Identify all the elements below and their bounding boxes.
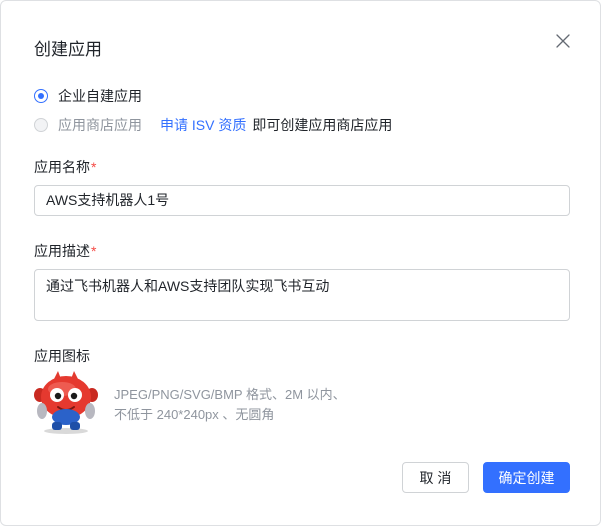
app-desc-label: 应用描述* [34,241,96,261]
icon-hint-line1: JPEG/PNG/SVG/BMP 格式、2M 以内、 [114,387,346,402]
radio-label-enterprise-app: 企业自建应用 [58,88,142,104]
radio-checked-icon[interactable] [34,89,48,103]
app-name-label-text: 应用名称 [34,159,90,175]
dialog-title: 创建应用 [34,40,102,59]
app-name-label: 应用名称* [34,157,96,177]
app-icon-label: 应用图标 [34,348,90,364]
radio-option-enterprise-app[interactable]: 企业自建应用 [34,86,142,106]
apply-isv-link[interactable]: 申请 ISV 资质 [160,115,246,135]
radio-option-store-app: 应用商店应用 申请 ISV 资质 即可创建应用商店应用 [34,115,392,135]
isv-suffix-text: 即可创建应用商店应用 [252,117,393,133]
create-app-dialog: 创建应用 企业自建应用 应用商店应用 申请 ISV 资质 即可创建应用商店应用 … [0,0,601,526]
app-desc-textarea[interactable]: 通过飞书机器人和AWS支持团队实现飞书互动 [34,269,570,321]
radio-disabled-icon [34,118,48,132]
confirm-create-button[interactable]: 确定创建 [483,462,570,493]
required-mark: * [91,243,97,259]
cancel-button[interactable]: 取 消 [402,462,469,493]
robot-mascot-icon[interactable] [32,369,100,435]
icon-hint-line2: 不低于 240*240px 、无圆角 [114,407,275,422]
radio-label-store-app: 应用商店应用 [58,117,142,133]
close-icon[interactable] [553,31,573,51]
app-name-input[interactable]: AWS支持机器人1号 [34,185,570,216]
app-desc-label-text: 应用描述 [34,243,90,259]
required-mark: * [91,159,97,175]
